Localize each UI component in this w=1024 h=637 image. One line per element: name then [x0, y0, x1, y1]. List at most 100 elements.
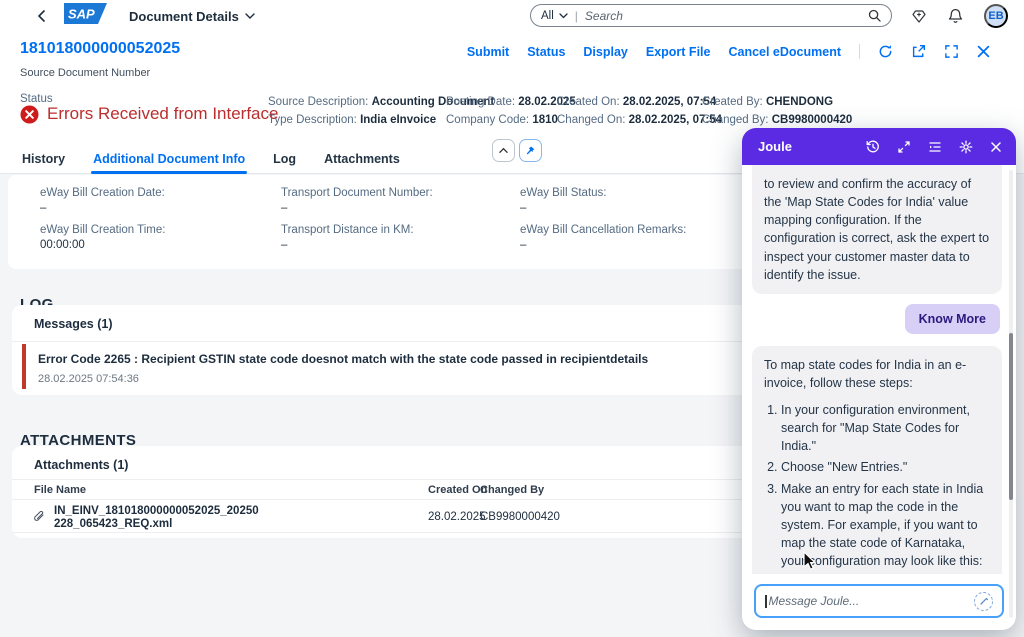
fullscreen-icon	[944, 44, 959, 59]
attachment-file-name[interactable]: IN_EINV_181018000000052025_20250228_0654…	[54, 505, 259, 531]
transport-distance-value: –	[281, 239, 433, 251]
attachments-header: Attachments (1)	[34, 458, 128, 472]
eway-col-1: eWay Bill Creation Date: – eWay Bill Cre…	[40, 187, 165, 261]
error-icon	[20, 105, 39, 124]
transport-doc-number-label: Transport Document Number:	[281, 187, 433, 199]
type-description-label: Type Description:	[268, 114, 357, 126]
joule-message-input[interactable]: Message Joule...	[754, 584, 1004, 618]
svg-text:SAP: SAP	[68, 7, 95, 22]
back-button[interactable]	[36, 10, 48, 22]
close-page-button[interactable]	[977, 45, 990, 58]
eway-cancellation-remarks-label: eWay Bill Cancellation Remarks:	[520, 224, 686, 236]
attachment-created-on: 28.02.2025	[428, 511, 486, 523]
messages-header: Messages (1)	[34, 317, 113, 331]
app-title-menu[interactable]: Document Details	[123, 8, 261, 25]
know-more-button[interactable]: Know More	[905, 304, 1000, 334]
transport-distance-label: Transport Distance in KM:	[281, 224, 433, 236]
shell-right: EB	[911, 4, 1008, 28]
company-code-value: 1810	[532, 114, 558, 126]
transport-doc-number-value: –	[281, 202, 433, 214]
pencil-icon	[979, 596, 989, 606]
shell-bar: SAP Document Details All | Search EB	[0, 0, 1024, 32]
document-number-label: Source Document Number	[20, 67, 150, 79]
sap-logo: SAP	[64, 3, 107, 29]
share-export-button[interactable]	[911, 44, 926, 59]
created-by-label: Created By:	[702, 96, 763, 108]
eway-status-label: eWay Bill Status:	[520, 187, 686, 199]
expand-button[interactable]	[897, 140, 911, 154]
refresh-icon	[878, 44, 893, 59]
joule-title: Joule	[758, 139, 866, 154]
created-on-label: Created On:	[557, 96, 620, 108]
joule-header: Joule	[742, 128, 1016, 165]
meta-col-users: Created By: CHENDONG Changed By: CB99800…	[702, 93, 852, 129]
pin-icon	[526, 145, 535, 156]
pin-header-button[interactable]	[519, 139, 542, 162]
toolbar-separator	[859, 44, 860, 59]
new-conversation-button[interactable]	[928, 140, 942, 154]
send-button[interactable]	[974, 592, 993, 611]
refresh-button[interactable]	[878, 44, 893, 59]
tab-additional-document-info[interactable]: Additional Document Info	[91, 149, 247, 173]
submit-button[interactable]: Submit	[467, 45, 509, 59]
close-icon	[990, 141, 1002, 153]
tab-history[interactable]: History	[20, 149, 67, 173]
changed-by-label: Changed By:	[702, 114, 769, 126]
joule-step-1: In your configuration environment, searc…	[781, 401, 990, 455]
attachment-changed-by: CB9980000420	[480, 511, 560, 523]
eway-col-3: eWay Bill Status: – eWay Bill Cancellati…	[520, 187, 686, 261]
column-header-created-on[interactable]: Created On	[428, 484, 487, 496]
search-input[interactable]: Search	[585, 9, 861, 23]
input-caret	[765, 595, 767, 608]
app-title: Document Details	[129, 9, 239, 24]
joule-scrollbar-thumb[interactable]	[1009, 333, 1013, 500]
eway-creation-date-label: eWay Bill Creation Date:	[40, 187, 165, 199]
created-by-value: CHENDONG	[766, 96, 833, 108]
search-bar[interactable]: All | Search	[530, 4, 892, 27]
display-button[interactable]: Display	[583, 45, 627, 59]
joule-input-area: Message Joule...	[742, 574, 1016, 630]
chevron-up-icon	[499, 147, 508, 154]
eway-status-value: –	[520, 202, 686, 214]
joule-message-bubble: To map state codes for India in an e-inv…	[752, 346, 1002, 574]
eway-creation-time-value: 00:00:00	[40, 239, 165, 251]
joule-steps-list: In your configuration environment, searc…	[764, 401, 990, 570]
history-button[interactable]	[866, 140, 880, 154]
company-code-label: Company Code:	[446, 114, 529, 126]
paperclip-icon	[32, 509, 46, 524]
shell-left: SAP Document Details	[0, 3, 261, 29]
search-divider: |	[575, 9, 578, 23]
eway-creation-time-label: eWay Bill Creation Time:	[40, 224, 165, 236]
user-avatar[interactable]: EB	[984, 4, 1008, 28]
fullscreen-button[interactable]	[944, 44, 959, 59]
column-header-changed-by[interactable]: Changed By	[480, 484, 544, 496]
settings-button[interactable]	[959, 140, 973, 154]
changed-by-value: CB9980000420	[772, 114, 853, 126]
export-file-button[interactable]: Export File	[646, 45, 711, 59]
status-button[interactable]: Status	[527, 45, 565, 59]
tab-log[interactable]: Log	[271, 149, 298, 173]
cancel-edocument-button[interactable]: Cancel eDocument	[728, 45, 841, 59]
chevron-left-icon	[36, 10, 48, 22]
search-scope-value: All	[541, 10, 554, 22]
chevron-down-icon	[559, 13, 568, 19]
search-scope-select[interactable]: All	[541, 10, 568, 22]
document-number-link[interactable]: 181018000000052025	[20, 40, 180, 58]
close-joule-button[interactable]	[990, 141, 1002, 153]
joule-diamond-button[interactable]	[911, 9, 927, 24]
joule-conversation: to review and confirm the accuracy of th…	[742, 165, 1016, 574]
share-export-icon	[911, 44, 926, 59]
notifications-button[interactable]	[948, 8, 963, 24]
tab-attachments[interactable]: Attachments	[322, 149, 402, 173]
joule-diamond-icon	[911, 9, 927, 24]
settings-gear-icon	[959, 140, 973, 154]
joule-panel: Joule to review and confirm the accuracy…	[742, 128, 1016, 630]
eway-cancellation-remarks-value: –	[520, 239, 686, 251]
history-icon	[866, 140, 880, 154]
column-header-file-name[interactable]: File Name	[34, 484, 86, 496]
status-text: Errors Received from Interface	[47, 104, 278, 124]
action-toolbar: Submit Status Display Export File Cancel…	[467, 44, 990, 59]
joule-steps-intro: To map state codes for India in an e-inv…	[764, 356, 990, 392]
search-icon[interactable]	[868, 9, 881, 22]
collapse-header-button[interactable]	[492, 139, 515, 162]
